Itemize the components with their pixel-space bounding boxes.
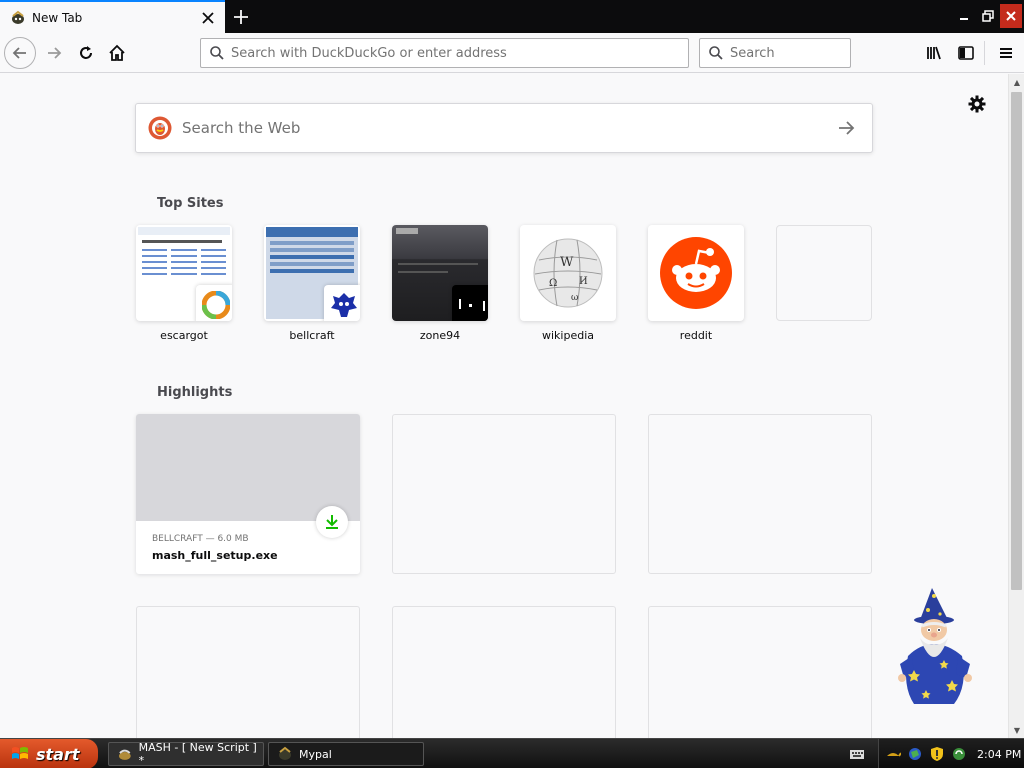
svg-text:ω: ω <box>571 293 578 303</box>
taskbar: start MASH - [ New Script ] * Mypal 2:04… <box>0 738 1024 768</box>
top-site-reddit[interactable]: reddit <box>648 225 744 342</box>
top-site-label: escargot <box>160 329 208 342</box>
reload-icon[interactable] <box>70 37 102 69</box>
svg-text:Ω: Ω <box>549 278 557 289</box>
top-site-label: reddit <box>679 329 713 342</box>
site-thumbnail <box>392 225 488 321</box>
site-thumbnail <box>264 225 360 321</box>
sync-icon[interactable] <box>951 746 967 762</box>
shield-icon[interactable] <box>929 746 945 762</box>
scrollbar-thumb[interactable] <box>1011 92 1022 590</box>
arrow-right-icon[interactable] <box>836 118 856 138</box>
close-icon[interactable] <box>197 7 219 29</box>
search-bar[interactable]: Search <box>699 38 851 68</box>
start-label: start <box>36 744 80 764</box>
highlight-placeholder <box>648 414 872 574</box>
keyboard-icon[interactable] <box>849 746 865 762</box>
zone94-logo-icon <box>452 285 488 321</box>
highlight-placeholder <box>136 606 360 738</box>
tab-title: New Tab <box>32 10 83 25</box>
taskbar-item-label: Mypal <box>299 747 332 761</box>
tab-new-tab[interactable]: New Tab <box>0 0 225 33</box>
mypal-favicon-icon <box>12 10 24 24</box>
site-thumbnail <box>648 225 744 321</box>
menu-hamburger-icon[interactable] <box>990 37 1022 69</box>
home-icon[interactable] <box>101 37 133 69</box>
back-arrow-icon[interactable] <box>4 37 36 69</box>
site-thumbnail <box>136 225 232 321</box>
start-button[interactable]: start <box>0 739 98 768</box>
restore-icon[interactable] <box>977 4 999 28</box>
taskbar-item-mash[interactable]: MASH - [ New Script ] * <box>108 741 264 767</box>
new-tab-page: Search the Web Top Sites escargot bellcr… <box>0 74 1008 738</box>
scroll-up-icon[interactable]: ▲ <box>1009 74 1024 90</box>
navigation-toolbar: Search with DuckDuckGo or enter address … <box>0 33 1024 73</box>
windows-flag-icon <box>12 747 28 759</box>
highlight-preview <box>136 414 360 521</box>
search-bar-placeholder: Search <box>730 45 775 61</box>
search-icon <box>210 46 224 60</box>
forward-arrow-icon[interactable] <box>38 37 70 69</box>
taskbar-item-label: MASH - [ New Script ] * <box>138 741 257 767</box>
highlight-card-download[interactable]: BELLCRAFT — 6.0 MB mash_full_setup.exe <box>136 414 360 574</box>
taskbar-item-mypal[interactable]: Mypal <box>268 742 424 766</box>
site-thumbnail: W Ω И ω <box>520 225 616 321</box>
duckduckgo-logo-icon <box>148 116 172 140</box>
genie-lamp-icon[interactable] <box>885 746 901 762</box>
bellcraft-logo-icon <box>324 285 360 321</box>
highlight-placeholder <box>648 606 872 738</box>
taskbar-clock: 2:04 PM <box>977 747 1022 761</box>
address-bar-placeholder: Search with DuckDuckGo or enter address <box>231 45 507 61</box>
highlights-heading: Highlights <box>157 385 233 400</box>
top-site-label: bellcraft <box>289 329 335 342</box>
mypal-app-icon <box>279 746 291 760</box>
vertical-scrollbar[interactable]: ▲ ▼ <box>1008 74 1024 738</box>
top-site-empty[interactable] <box>776 225 872 321</box>
window-close-icon[interactable] <box>1000 4 1022 28</box>
mash-app-icon <box>118 749 131 760</box>
scroll-down-icon[interactable]: ▼ <box>1009 722 1024 738</box>
top-site-label: wikipedia <box>541 329 594 342</box>
reddit-logo-icon <box>660 237 732 309</box>
escargot-logo-icon <box>196 285 232 321</box>
network-globe-icon[interactable] <box>907 746 923 762</box>
highlight-filename: mash_full_setup.exe <box>152 549 278 562</box>
web-search-box[interactable]: Search the Web <box>135 103 873 153</box>
top-site-escargot[interactable]: escargot <box>136 225 232 342</box>
minimize-icon[interactable] <box>953 4 975 28</box>
search-icon <box>709 46 723 60</box>
top-site-zone94[interactable]: zone94 <box>392 225 488 342</box>
top-site-wikipedia[interactable]: W Ω И ω wikipedia <box>520 225 616 342</box>
download-icon <box>316 506 348 538</box>
system-tray: 2:04 PM <box>878 739 1024 768</box>
highlight-placeholder <box>392 606 616 738</box>
web-search-placeholder: Search the Web <box>182 119 301 137</box>
address-bar[interactable]: Search with DuckDuckGo or enter address <box>200 38 689 68</box>
gear-icon[interactable] <box>967 94 987 114</box>
top-site-label: zone94 <box>419 329 461 342</box>
svg-text:W: W <box>560 255 574 270</box>
site-placeholder <box>776 225 872 321</box>
toolbar-separator <box>984 41 985 65</box>
sidebar-icon[interactable] <box>950 37 982 69</box>
tab-strip: New Tab <box>0 0 1024 33</box>
svg-text:И: И <box>579 276 588 287</box>
plus-icon[interactable] <box>226 0 256 33</box>
top-sites-heading: Top Sites <box>157 196 224 211</box>
wizard-character-icon[interactable] <box>892 586 978 708</box>
highlight-placeholder <box>392 414 616 574</box>
highlight-meta: BELLCRAFT — 6.0 MB <box>152 534 249 544</box>
wikipedia-globe-icon: W Ω И ω <box>533 238 603 308</box>
library-icon[interactable] <box>918 37 950 69</box>
top-site-bellcraft[interactable]: bellcraft <box>264 225 360 342</box>
